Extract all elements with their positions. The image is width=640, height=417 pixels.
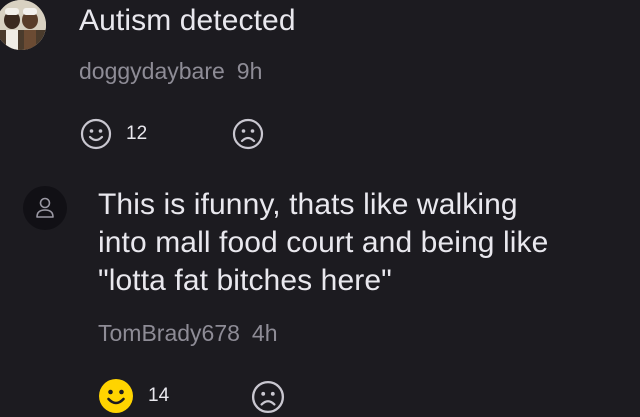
smile-count: 14: [148, 385, 170, 406]
smile-button[interactable]: 12: [80, 118, 147, 150]
comment-text-line: This is ifunny, thats like walking: [98, 188, 518, 221]
smile-icon: [80, 118, 112, 150]
comment-text-line: into mall food court and being like: [98, 226, 549, 259]
user-avatar[interactable]: [23, 186, 67, 230]
comment-text-line: "lotta fat bitches here": [98, 264, 392, 297]
unsmile-icon: [251, 380, 285, 414]
default-user-icon: [36, 197, 54, 218]
comment-meta: TomBrady678 4h: [98, 320, 278, 347]
avatar-photo-icon: [0, 0, 46, 50]
timestamp: 4h: [251, 320, 278, 346]
unsmile-icon: [232, 118, 264, 150]
smile-button[interactable]: 14: [98, 378, 169, 414]
smile-active-icon: [99, 379, 133, 413]
unsmile-button[interactable]: [232, 118, 264, 150]
comment-text: This is ifunny, thats like walking into …: [98, 186, 548, 300]
comment-meta: doggydaybare 9h: [79, 58, 262, 85]
timestamp: 9h: [236, 58, 263, 84]
comment-text: Autism detected: [79, 4, 296, 37]
smile-count: 12: [126, 123, 148, 144]
username-link[interactable]: doggydaybare: [79, 58, 225, 84]
user-avatar[interactable]: [0, 0, 46, 50]
unsmile-button[interactable]: [251, 380, 285, 414]
username-link[interactable]: TomBrady678: [98, 320, 240, 346]
